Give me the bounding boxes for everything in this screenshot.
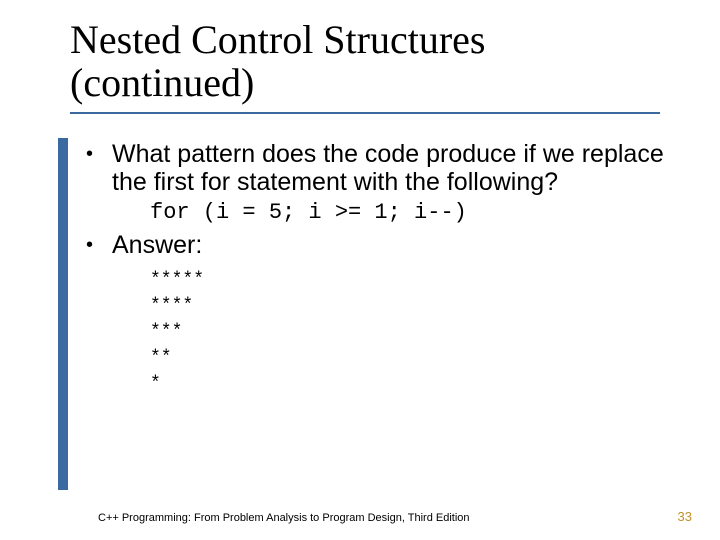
- bullet-marker: •: [86, 140, 112, 168]
- output-line: ***: [150, 319, 666, 345]
- content-area: • What pattern does the code produce if …: [86, 140, 666, 397]
- bullet-item: • What pattern does the code produce if …: [86, 140, 666, 196]
- bullet-marker: •: [86, 231, 112, 259]
- output-line: *****: [150, 267, 666, 293]
- output-line: *: [150, 371, 666, 397]
- code-output: ***** **** *** ** *: [150, 267, 666, 397]
- slide-title: Nested Control Structures (continued): [70, 18, 660, 114]
- accent-bar: [58, 138, 68, 490]
- bullet-text: Answer:: [112, 231, 202, 259]
- output-line: ****: [150, 293, 666, 319]
- code-snippet: for (i = 5; i >= 1; i--): [150, 200, 666, 225]
- footer-text: C++ Programming: From Problem Analysis t…: [98, 512, 470, 524]
- page-number: 33: [678, 509, 692, 524]
- title-container: Nested Control Structures (continued): [70, 18, 660, 114]
- bullet-item: • Answer:: [86, 231, 666, 259]
- output-line: **: [150, 345, 666, 371]
- bullet-text: What pattern does the code produce if we…: [112, 140, 666, 196]
